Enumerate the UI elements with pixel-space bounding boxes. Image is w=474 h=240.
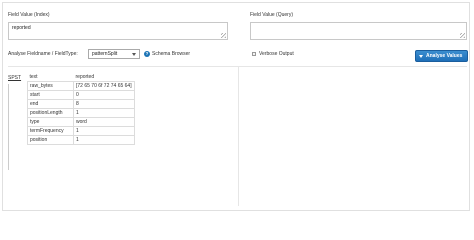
- index-field-textarea[interactable]: reported: [8, 22, 228, 40]
- schema-browser-link[interactable]: Schema Browser: [152, 51, 190, 57]
- token-value: word: [73, 117, 135, 127]
- fieldtype-select[interactable]: patternSplit: [88, 49, 140, 59]
- token-value: [72 65 70 6f 72 74 65 64]: [73, 81, 135, 91]
- token-row: positionLength 1: [27, 108, 135, 118]
- token-value: 1: [73, 126, 135, 136]
- fieldtype-selected: patternSplit: [92, 51, 118, 57]
- token-row: text reported: [28, 73, 135, 82]
- analyse-values-label: Analyse Values: [426, 53, 463, 59]
- caret-down-icon: [419, 55, 423, 58]
- stage-rule: [8, 84, 9, 170]
- token-value: 1: [73, 108, 135, 118]
- token-value: reported: [75, 74, 95, 80]
- token-key: start: [27, 90, 74, 100]
- verbose-checkbox[interactable]: [252, 52, 256, 56]
- query-field-label: Field Value (Query): [250, 12, 293, 18]
- token-value: 8: [73, 99, 135, 109]
- token-key: type: [27, 117, 74, 127]
- analysis-panel: Field Value (Index) reported Field Value…: [2, 2, 470, 211]
- verbose-label: Verbose Output: [259, 51, 294, 57]
- token-key: positionLength: [27, 108, 74, 118]
- token-row: raw_bytes [72 65 70 6f 72 74 65 64]: [27, 81, 135, 91]
- analyse-values-button[interactable]: Analyse Values: [415, 50, 468, 62]
- resize-handle-icon[interactable]: [460, 33, 465, 38]
- token-key: termFrequency: [27, 126, 74, 136]
- token-value: 0: [73, 90, 135, 100]
- index-field-label: Field Value (Index): [8, 12, 50, 18]
- help-circle-icon[interactable]: ?: [144, 51, 150, 57]
- token-row: position 1: [27, 135, 135, 145]
- column-divider: [238, 66, 239, 206]
- index-field-value: reported: [12, 25, 31, 31]
- query-field-textarea[interactable]: [250, 22, 467, 40]
- token-row: end 8: [27, 99, 135, 109]
- token-key: raw_bytes: [27, 81, 74, 91]
- stage-link[interactable]: SPST: [8, 75, 21, 81]
- token-row: termFrequency 1: [27, 126, 135, 136]
- fieldtype-label: Analyse Fieldname / FieldType:: [8, 51, 78, 57]
- token-key: position: [27, 135, 74, 145]
- token-key: text: [29, 74, 38, 80]
- token-value: 1: [73, 135, 135, 145]
- chevron-down-icon: [132, 53, 136, 56]
- resize-handle-icon[interactable]: [221, 33, 226, 38]
- token-table: text reported raw_bytes [72 65 70 6f 72 …: [27, 73, 135, 145]
- token-row: start 0: [27, 90, 135, 100]
- token-key: end: [27, 99, 74, 109]
- token-row: type word: [27, 117, 135, 127]
